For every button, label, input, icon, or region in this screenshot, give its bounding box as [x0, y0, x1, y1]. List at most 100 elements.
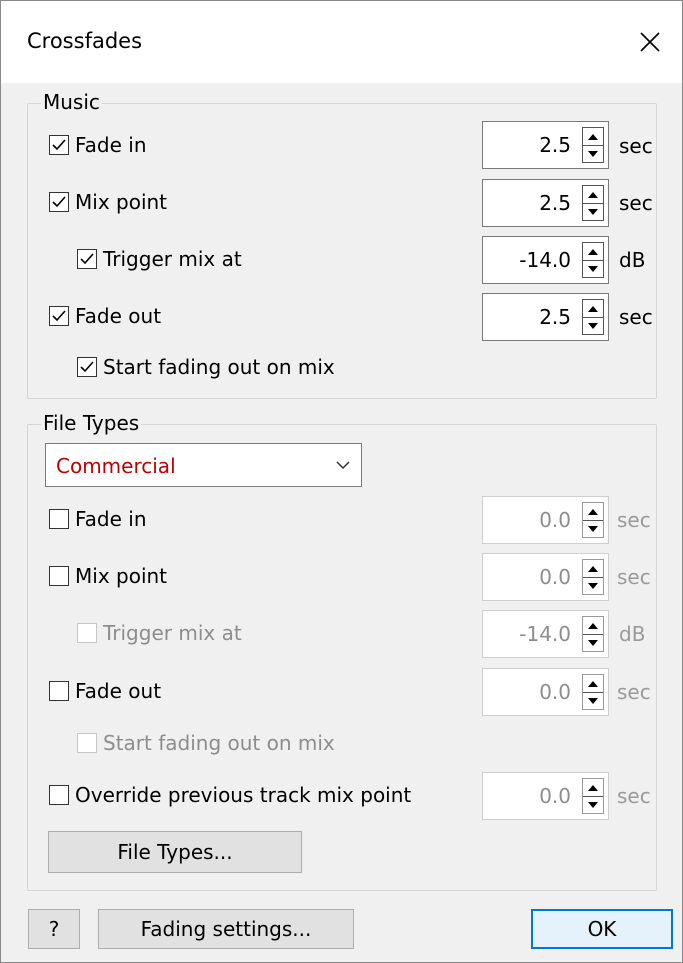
- spin-up-button[interactable]: [583, 617, 603, 635]
- arrow-down-icon: [588, 582, 598, 589]
- spin-down-button[interactable]: [583, 317, 603, 334]
- music-trigger-mix-checkbox[interactable]: Trigger mix at: [77, 241, 242, 277]
- arrow-up-icon: [588, 191, 598, 198]
- ft-fade-out-spinbox[interactable]: 0.0: [482, 668, 609, 716]
- ft-start-fading-checkbox[interactable]: Start fading out on mix: [77, 725, 335, 761]
- spin-down-button[interactable]: [583, 692, 603, 709]
- ft-fade-in-spinbox[interactable]: 0.0: [482, 496, 609, 544]
- arrow-down-icon: [588, 150, 598, 157]
- checkbox-box: [77, 623, 97, 643]
- spin-down-button[interactable]: [583, 520, 603, 537]
- file-types-button-label: File Types...: [117, 840, 233, 864]
- file-types-button[interactable]: File Types...: [48, 831, 302, 873]
- file-types-legend: File Types: [41, 411, 142, 435]
- arrow-down-icon: [588, 208, 598, 215]
- music-fade-in-checkbox[interactable]: Fade in: [49, 127, 147, 163]
- spin-up-button[interactable]: [583, 128, 603, 146]
- spin-up-button[interactable]: [583, 503, 603, 521]
- ft-fade-out-label: Fade out: [75, 679, 162, 703]
- checkbox-box: [49, 306, 69, 326]
- ft-mix-point-label: Mix point: [75, 564, 168, 588]
- arrow-up-icon: [588, 622, 598, 629]
- ft-fade-out-value: 0.0: [539, 680, 571, 704]
- ft-fade-in-unit: sec: [617, 508, 651, 532]
- ft-override-label: Override previous track mix point: [75, 783, 412, 807]
- spin-down-button[interactable]: [583, 203, 603, 220]
- help-button[interactable]: ?: [28, 909, 80, 949]
- ft-trigger-mix-unit: dB: [619, 622, 646, 646]
- ft-fade-in-checkbox[interactable]: Fade in: [49, 501, 147, 537]
- spin-up-button[interactable]: [583, 560, 603, 578]
- music-fade-in-spinbox[interactable]: 2.5: [482, 121, 609, 169]
- fading-settings-button[interactable]: Fading settings...: [98, 909, 354, 949]
- spin-down-button[interactable]: [583, 260, 603, 277]
- music-fade-out-label: Fade out: [75, 304, 162, 328]
- music-legend: Music: [41, 90, 102, 114]
- ft-fade-in-value: 0.0: [539, 508, 571, 532]
- music-fade-out-checkbox[interactable]: Fade out: [49, 298, 161, 334]
- file-type-select[interactable]: Commercial: [45, 443, 362, 487]
- music-mix-point-checkbox[interactable]: Mix point: [49, 184, 167, 220]
- music-fade-in-value: 2.5: [539, 133, 571, 157]
- ft-override-value: 0.0: [539, 784, 571, 808]
- music-trigger-mix-label: Trigger mix at: [103, 247, 242, 271]
- crossfades-dialog: Crossfades Music Fade in 2.5 sec Mix poi…: [0, 0, 683, 963]
- music-start-fading-checkbox[interactable]: Start fading out on mix: [77, 349, 335, 385]
- arrow-down-icon: [588, 801, 598, 808]
- ft-fade-in-label: Fade in: [75, 507, 147, 531]
- checkbox-box: [49, 681, 69, 701]
- music-mix-point-value: 2.5: [539, 191, 571, 215]
- ok-button-label: OK: [587, 917, 617, 941]
- music-fade-in-unit: sec: [619, 134, 653, 158]
- spin-down-button[interactable]: [583, 796, 603, 813]
- ft-mix-point-unit: sec: [617, 565, 651, 589]
- music-mix-point-label: Mix point: [75, 190, 168, 214]
- ft-trigger-mix-checkbox[interactable]: Trigger mix at: [77, 615, 242, 651]
- close-icon: [640, 32, 660, 52]
- ft-start-fading-label: Start fading out on mix: [103, 731, 335, 755]
- spin-down-button[interactable]: [583, 577, 603, 594]
- ft-fade-out-checkbox[interactable]: Fade out: [49, 673, 161, 709]
- ft-override-checkbox[interactable]: Override previous track mix point: [49, 777, 411, 813]
- checkmark-icon: [80, 253, 94, 265]
- ft-trigger-mix-spinbox[interactable]: -14.0: [482, 610, 609, 658]
- checkbox-box: [49, 135, 69, 155]
- arrow-down-icon: [588, 322, 598, 329]
- spin-up-button[interactable]: [583, 779, 603, 797]
- ft-mix-point-checkbox[interactable]: Mix point: [49, 558, 167, 594]
- music-fade-out-spinbox[interactable]: 2.5: [482, 293, 609, 341]
- arrow-up-icon: [588, 565, 598, 572]
- spin-up-button[interactable]: [583, 675, 603, 693]
- arrow-down-icon: [588, 265, 598, 272]
- fading-settings-button-label: Fading settings...: [140, 917, 312, 941]
- title-bar: Crossfades: [1, 1, 682, 83]
- ft-mix-point-spinbox[interactable]: 0.0: [482, 553, 609, 601]
- ft-fade-out-unit: sec: [617, 680, 651, 704]
- music-trigger-mix-spinbox[interactable]: -14.0: [482, 236, 609, 284]
- checkbox-box: [49, 192, 69, 212]
- music-fade-out-value: 2.5: [539, 305, 571, 329]
- ft-override-spinbox[interactable]: 0.0: [482, 772, 609, 820]
- arrow-up-icon: [588, 784, 598, 791]
- spin-down-button[interactable]: [583, 634, 603, 651]
- arrow-up-icon: [588, 680, 598, 687]
- checkmark-icon: [52, 139, 66, 151]
- file-type-selected: Commercial: [56, 454, 176, 478]
- spin-up-button[interactable]: [583, 300, 603, 318]
- ok-button[interactable]: OK: [531, 909, 673, 949]
- music-start-fading-label: Start fading out on mix: [103, 355, 335, 379]
- spin-up-button[interactable]: [583, 186, 603, 204]
- checkbox-box: [49, 566, 69, 586]
- checkmark-icon: [52, 310, 66, 322]
- music-mix-point-spinbox[interactable]: 2.5: [482, 179, 609, 227]
- checkbox-box: [77, 357, 97, 377]
- checkmark-icon: [80, 361, 94, 373]
- music-trigger-mix-value: -14.0: [519, 248, 571, 272]
- ft-mix-point-value: 0.0: [539, 565, 571, 589]
- spin-down-button[interactable]: [583, 145, 603, 162]
- spin-up-button[interactable]: [583, 243, 603, 261]
- checkmark-icon: [52, 196, 66, 208]
- chevron-down-icon: [336, 461, 350, 470]
- close-button[interactable]: [618, 1, 682, 83]
- ft-trigger-mix-value: -14.0: [519, 622, 571, 646]
